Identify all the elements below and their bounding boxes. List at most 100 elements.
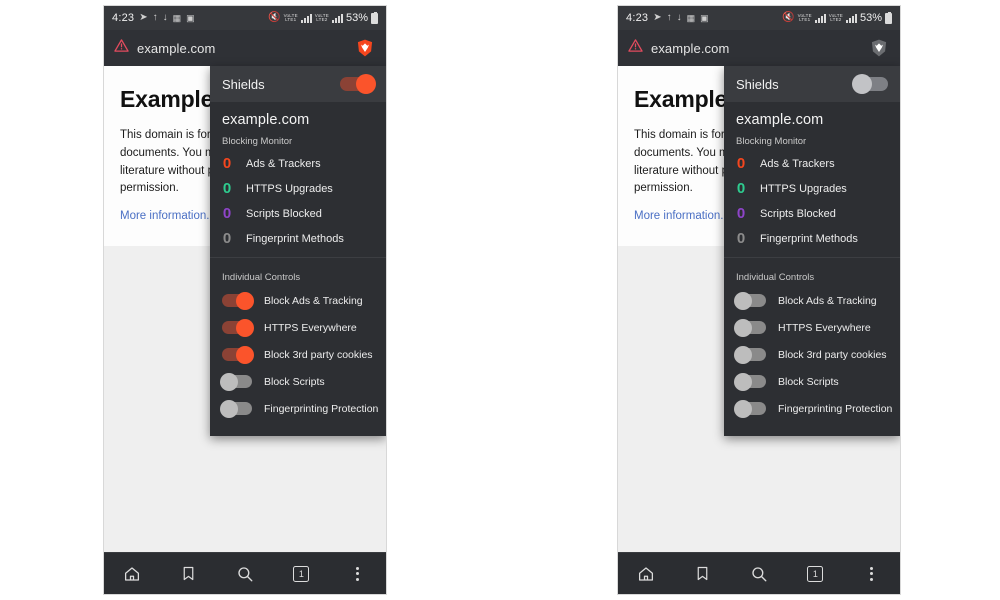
home-icon[interactable]: [115, 559, 149, 589]
search-icon[interactable]: [742, 559, 776, 589]
toggle-fingerprinting-protection[interactable]: [220, 399, 252, 418]
toggle-block-ads-tracking[interactable]: [734, 291, 766, 310]
control-row-https-everywhere[interactable]: HTTPS Everywhere: [724, 314, 900, 341]
blocking-monitor-label: Blocking Monitor: [222, 136, 293, 147]
stat-count: 0: [736, 180, 746, 197]
stat-row-https-upgrades: 0 HTTPS Upgrades: [724, 176, 900, 201]
phone-right: 4:23 ➤ ↑ ↓ ▦ ▣ 🔇 VoLTE LTE1 VoLTE LTE2 53%: [618, 6, 900, 594]
download-icon: ↓: [676, 12, 682, 23]
warning-triangle-icon[interactable]: [114, 38, 129, 58]
stat-count: 0: [222, 205, 232, 222]
shields-master-toggle[interactable]: [852, 74, 888, 94]
web-content: Example Domain This domain is for use in…: [104, 66, 386, 552]
bookmark-icon[interactable]: [172, 559, 206, 589]
url-bar[interactable]: example.com: [618, 30, 900, 66]
image-icon: ▦: [686, 12, 696, 23]
url-text[interactable]: example.com: [651, 41, 860, 56]
stat-count: 0: [736, 230, 746, 247]
toggle-https-everywhere[interactable]: [222, 318, 254, 337]
stat-count: 0: [222, 180, 232, 197]
shields-title: Shields: [736, 76, 779, 92]
url-text[interactable]: example.com: [137, 41, 346, 56]
brave-lion-shield-icon[interactable]: [354, 37, 376, 59]
individual-controls-label: Individual Controls: [736, 272, 815, 283]
stat-count: 0: [736, 205, 746, 222]
battery-percent: 53%: [859, 12, 882, 24]
tab-count: 1: [807, 565, 824, 582]
control-label: Block Scripts: [264, 375, 325, 388]
toggle-fingerprinting-protection[interactable]: [734, 399, 766, 418]
stat-row-fingerprint-methods: 0 Fingerprint Methods: [210, 226, 386, 251]
control-label: Block Ads & Tracking: [264, 294, 363, 307]
stat-row-ads-trackers: 0 Ads & Trackers: [210, 151, 386, 176]
control-label: Block Scripts: [778, 375, 839, 388]
home-icon[interactable]: [629, 559, 663, 589]
control-row-block-3rd-party-cookies[interactable]: Block 3rd party cookies: [210, 341, 386, 368]
screenshot-icon: ▣: [700, 12, 709, 23]
battery-percent: 53%: [345, 12, 368, 24]
control-row-block-scripts[interactable]: Block Scripts: [724, 368, 900, 395]
toggle-block-scripts[interactable]: [734, 372, 766, 391]
signal-icon-1: [814, 13, 826, 23]
image-icon: ▦: [172, 12, 182, 23]
brave-lion-shield-icon[interactable]: [868, 37, 890, 59]
send-icon: ➤: [139, 12, 148, 23]
toggle-block-3rd-party-cookies[interactable]: [222, 345, 254, 364]
overflow-menu-icon[interactable]: [855, 559, 889, 589]
stat-label: Fingerprint Methods: [246, 232, 344, 245]
tab-switcher-icon[interactable]: 1: [798, 559, 832, 589]
control-row-fingerprinting-protection[interactable]: Fingerprinting Protection: [210, 395, 386, 422]
stat-count: 0: [736, 155, 746, 172]
upload-icon: ↑: [152, 12, 158, 23]
stat-row-ads-trackers: 0 Ads & Trackers: [724, 151, 900, 176]
toggle-block-scripts[interactable]: [220, 372, 252, 391]
control-row-https-everywhere[interactable]: HTTPS Everywhere: [210, 314, 386, 341]
screenshot-icon: ▣: [186, 12, 195, 23]
upload-icon: ↑: [666, 12, 672, 23]
url-bar[interactable]: example.com: [104, 30, 386, 66]
control-row-block-scripts[interactable]: Block Scripts: [210, 368, 386, 395]
lte-signal-icon: VoLTE LTE2: [828, 12, 843, 22]
individual-controls-label: Individual Controls: [222, 272, 301, 283]
send-icon: ➤: [653, 12, 662, 23]
toggle-https-everywhere[interactable]: [734, 318, 766, 337]
lte-signal-icon: VoLTE LTE2: [314, 12, 329, 22]
shields-domain: example.com: [222, 112, 310, 128]
toggle-block-ads-tracking[interactable]: [222, 291, 254, 310]
bottom-nav: 1: [618, 552, 900, 594]
phone-left: 4:23 ➤ ↑ ↓ ▦ ▣ 🔇 VoLTE LTE1 VoLTE LTE2 53%: [104, 6, 386, 594]
shields-master-toggle[interactable]: [340, 74, 376, 94]
warning-triangle-icon[interactable]: [628, 38, 643, 58]
stat-row-scripts-blocked: 0 Scripts Blocked: [724, 201, 900, 226]
search-icon[interactable]: [228, 559, 262, 589]
control-row-block-ads-tracking[interactable]: Block Ads & Tracking: [724, 287, 900, 314]
shields-panel: Shields example.com Blocking Monitor 0 A…: [210, 66, 386, 436]
tab-switcher-icon[interactable]: 1: [284, 559, 318, 589]
battery-icon: [885, 11, 892, 24]
overflow-menu-icon[interactable]: [341, 559, 375, 589]
stat-row-fingerprint-methods: 0 Fingerprint Methods: [724, 226, 900, 251]
stat-row-https-upgrades: 0 HTTPS Upgrades: [210, 176, 386, 201]
bookmark-icon[interactable]: [686, 559, 720, 589]
control-label: Fingerprinting Protection: [778, 402, 893, 415]
control-row-block-ads-tracking[interactable]: Block Ads & Tracking: [210, 287, 386, 314]
stat-label: Fingerprint Methods: [760, 232, 858, 245]
stat-label: Ads & Trackers: [246, 157, 321, 170]
control-label: Block 3rd party cookies: [778, 348, 887, 361]
control-row-fingerprinting-protection[interactable]: Fingerprinting Protection: [724, 395, 900, 422]
stat-count: 0: [222, 230, 232, 247]
toggle-block-3rd-party-cookies[interactable]: [734, 345, 766, 364]
download-icon: ↓: [162, 12, 168, 23]
panel-divider: [724, 257, 900, 258]
stat-count: 0: [222, 155, 232, 172]
control-label: Fingerprinting Protection: [264, 402, 379, 415]
panel-divider: [210, 257, 386, 258]
tab-count: 1: [293, 565, 310, 582]
control-label: Block Ads & Tracking: [778, 294, 877, 307]
battery-icon: [371, 11, 378, 24]
control-label: Block 3rd party cookies: [264, 348, 373, 361]
status-bar-right: 🔇 VoLTE LTE1 VoLTE LTE2 53%: [268, 11, 378, 24]
signal-icon-1: [300, 13, 312, 23]
control-row-block-3rd-party-cookies[interactable]: Block 3rd party cookies: [724, 341, 900, 368]
signal-icon-2: [331, 13, 343, 23]
